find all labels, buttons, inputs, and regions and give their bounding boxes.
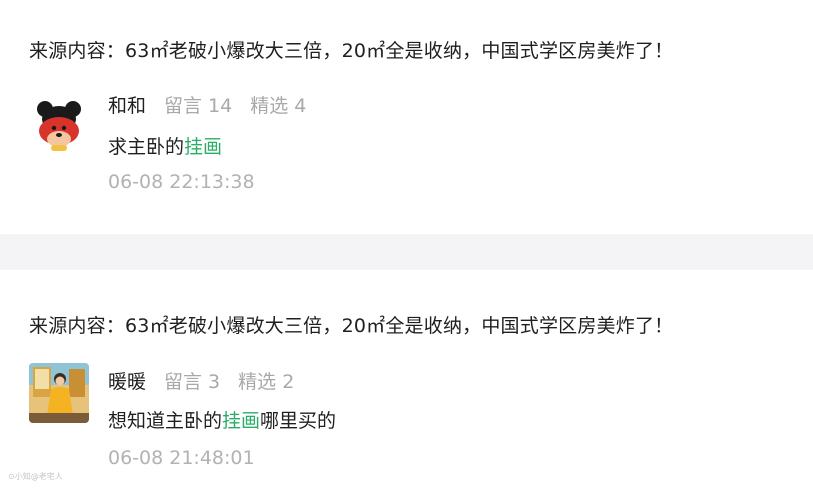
comment-text-before: 求主卧的 (108, 136, 185, 158)
comment-text: 求主卧的挂画 (108, 132, 222, 159)
messages-count: 留言 3 (164, 371, 221, 393)
user-name[interactable]: 和和 (108, 95, 146, 117)
avatar[interactable] (29, 95, 89, 155)
comment-text-before: 想知道主卧的 (108, 410, 223, 432)
comment-meta: 暖暖 留言 3 精选 2 (108, 367, 312, 394)
comment-text-after: 哪里买的 (260, 410, 337, 432)
comment-timestamp: 06-08 22:13:38 (108, 171, 255, 193)
user-name[interactable]: 暖暖 (108, 371, 146, 393)
source-content-text[interactable]: 来源内容：63㎡老破小爆改大三倍，20㎡全是收纳，中国式学区房美炸了！ (29, 36, 673, 63)
highlight-link[interactable]: 挂画 (222, 410, 260, 432)
illustrated-girl-avatar-icon (29, 363, 89, 423)
featured-count: 精选 4 (250, 95, 307, 117)
cartoon-mouse-avatar-icon (29, 95, 89, 155)
highlight-link[interactable]: 挂画 (184, 136, 222, 158)
messages-count: 留言 14 (164, 95, 233, 117)
avatar[interactable] (29, 363, 89, 423)
comment-timestamp: 06-08 21:48:01 (108, 447, 255, 469)
source-content-text[interactable]: 来源内容：63㎡老破小爆改大三倍，20㎡全是收纳，中国式学区房美炸了！ (29, 311, 673, 338)
comment-text: 想知道主卧的挂画哪里买的 (108, 406, 336, 433)
watermark: ⊙小知@老宅人 (8, 472, 63, 481)
featured-count: 精选 2 (238, 371, 295, 393)
comment-meta: 和和 留言 14 精选 4 (108, 91, 324, 118)
